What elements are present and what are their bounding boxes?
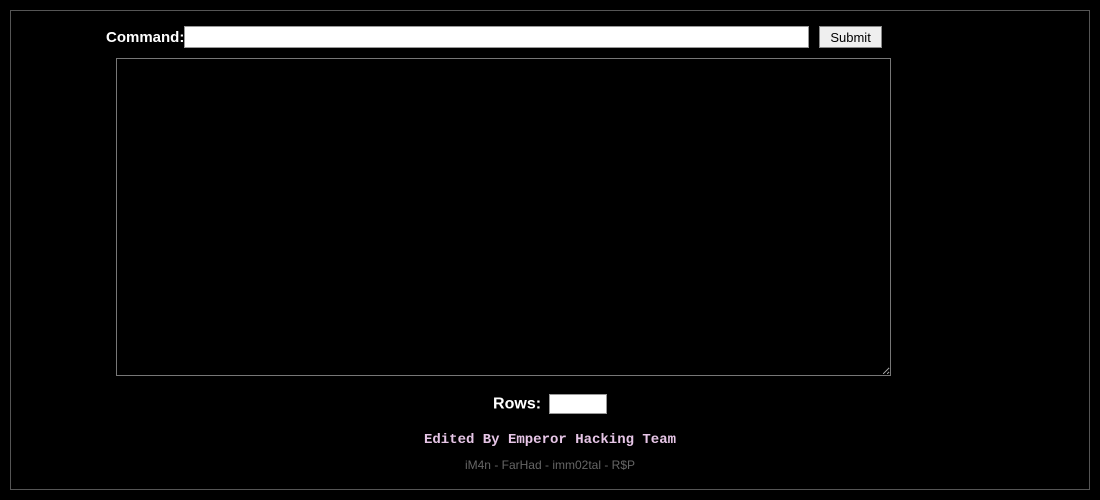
rows-row: Rows: [21, 394, 1079, 414]
submit-button[interactable]: Submit [819, 26, 881, 48]
main-frame: Command: Submit Rows: Edited By Emperor … [10, 10, 1090, 490]
rows-label: Rows: [493, 396, 541, 413]
command-label: Command: [106, 29, 184, 46]
command-input[interactable] [184, 26, 809, 48]
rows-input[interactable] [549, 394, 607, 414]
credits-names: iM4n - FarHad - imm02tal - R$P [21, 458, 1079, 472]
output-textarea[interactable] [116, 58, 891, 376]
command-row: Command: Submit [106, 26, 1079, 48]
credits-text: Edited By Emperor Hacking Team [21, 432, 1079, 448]
